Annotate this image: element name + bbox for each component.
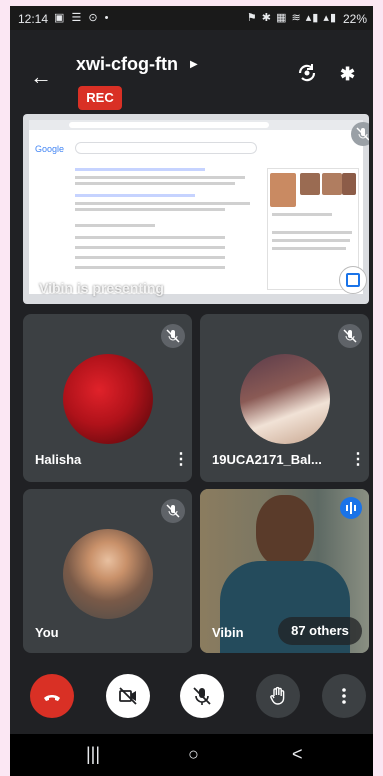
phone-hangup-icon xyxy=(44,695,60,701)
raise-hand-button[interactable] xyxy=(256,674,300,718)
phone-screen: 12:14 ▣ ☰ ⊙ • ⚑ ✱ ▦ ≋ ▴▮ ▴▮ 22% ← xwi-cf… xyxy=(10,6,373,776)
mic-off-icon xyxy=(161,499,185,523)
panel-photo xyxy=(270,173,296,207)
more-options-button[interactable] xyxy=(322,674,366,718)
result-line xyxy=(75,256,225,259)
result-line xyxy=(75,246,225,249)
others-count-button[interactable]: 87 others xyxy=(278,617,362,645)
panel-line xyxy=(272,247,346,250)
switch-camera-icon[interactable] xyxy=(296,62,318,84)
panel-line xyxy=(272,231,352,234)
panel-photo xyxy=(300,173,320,195)
speaking-indicator-icon xyxy=(340,497,362,519)
avatar xyxy=(63,354,153,444)
result-line xyxy=(75,168,205,171)
system-status-icons: ⚑ ✱ ▦ ≋ ▴▮ ▴▮ xyxy=(246,12,337,24)
browser-bar xyxy=(29,120,363,130)
panel-photo xyxy=(322,173,342,195)
result-line xyxy=(75,266,225,269)
participant-tile[interactable]: 19UCA2171_Bal... ⋮ xyxy=(200,314,369,482)
android-nav-bar: ||| ○ < xyxy=(10,734,373,776)
browser-url-bar xyxy=(69,122,269,128)
battery-level: 22% xyxy=(342,12,367,26)
search-box xyxy=(75,142,257,154)
recents-icon[interactable]: ||| xyxy=(86,744,100,765)
result-line xyxy=(75,224,155,227)
meeting-code[interactable]: xwi-cfog-ftn xyxy=(76,54,178,75)
recording-badge: REC xyxy=(78,86,122,110)
result-line xyxy=(75,176,245,179)
mic-off-icon xyxy=(351,122,369,146)
notification-icons: ▣ ☰ ⊙ • xyxy=(54,12,111,24)
shared-screen: Google xyxy=(29,120,363,294)
camera-off-icon xyxy=(119,687,137,705)
participant-tile[interactable]: Halisha ⋮ xyxy=(23,314,192,482)
panel-line xyxy=(272,213,332,216)
home-icon[interactable]: ○ xyxy=(188,744,199,765)
panel-line xyxy=(272,239,350,242)
camera-toggle-button[interactable] xyxy=(106,674,150,718)
result-line xyxy=(75,194,195,197)
avatar xyxy=(240,354,330,444)
result-line xyxy=(75,236,225,239)
bluetooth-icon[interactable]: ✱ xyxy=(340,64,355,85)
search-logo: Google xyxy=(35,144,65,154)
result-line xyxy=(75,202,250,205)
mic-off-icon xyxy=(338,324,362,348)
status-time: 12:14 xyxy=(18,12,49,26)
mic-off-icon xyxy=(193,687,211,705)
more-options-icon[interactable]: ⋮ xyxy=(173,452,189,468)
hand-icon xyxy=(270,686,285,705)
more-options-icon[interactable]: ⋮ xyxy=(350,452,366,468)
meeting-header: ← xwi-cfog-ftn ▶ REC ✱ xyxy=(10,30,373,116)
more-vertical-icon xyxy=(342,688,346,704)
participant-name: Halisha xyxy=(35,452,82,467)
mic-toggle-button[interactable] xyxy=(180,674,224,718)
presenter-label: Vibin is presenting xyxy=(39,280,164,296)
mic-off-icon xyxy=(161,324,185,348)
avatar xyxy=(63,529,153,619)
self-tile[interactable]: You xyxy=(23,489,192,653)
status-bar: 12:14 ▣ ☰ ⊙ • ⚑ ✱ ▦ ≋ ▴▮ ▴▮ 22% xyxy=(10,6,373,30)
panel-photo xyxy=(342,173,356,195)
participant-name: Vibin xyxy=(212,625,244,640)
call-controls xyxy=(10,666,373,722)
participant-name: 19UCA2171_Bal... xyxy=(212,452,322,467)
result-line xyxy=(75,208,225,211)
fullscreen-icon[interactable] xyxy=(339,266,367,294)
presentation-tile[interactable]: Google Vibin is presenting xyxy=(23,114,369,304)
participant-name: You xyxy=(35,625,59,640)
video-face xyxy=(256,495,314,567)
caret-right-icon[interactable]: ▶ xyxy=(190,59,198,70)
participant-video-tile[interactable]: Vibin 87 others xyxy=(200,489,369,653)
nav-back-icon[interactable]: < xyxy=(292,744,303,765)
result-line xyxy=(75,182,235,185)
end-call-button[interactable] xyxy=(30,674,74,718)
back-arrow-icon[interactable]: ← xyxy=(30,66,52,88)
